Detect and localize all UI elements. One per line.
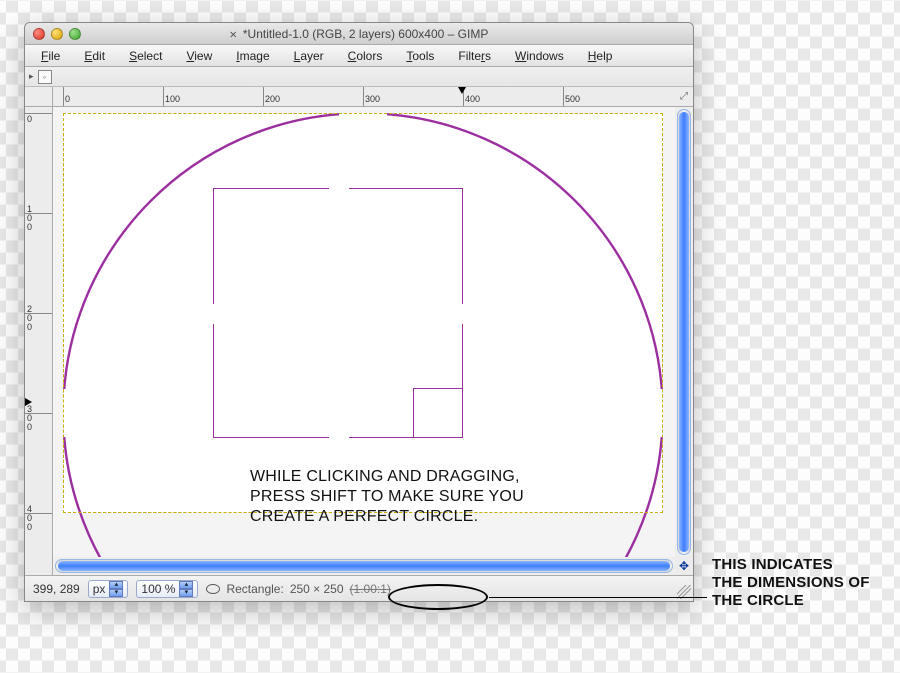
ruler-v-label: 400 — [27, 505, 35, 532]
stepper-icon[interactable]: ▴▾ — [179, 581, 193, 597]
ruler-v-label: 100 — [27, 205, 35, 232]
scrollbar-horizontal[interactable] — [53, 557, 675, 575]
menubar: File Edit Select View Image Layer Colors… — [25, 45, 693, 67]
menu-colors[interactable]: Colors — [338, 47, 393, 65]
menu-filters[interactable]: Filters — [448, 47, 501, 65]
ruler-h-label: 200 — [265, 94, 280, 104]
menu-help[interactable]: Help — [578, 47, 623, 65]
menu-select[interactable]: Select — [119, 47, 172, 65]
zoom-fit-button[interactable]: ⤢ — [675, 87, 693, 107]
zoom-icon[interactable] — [69, 28, 81, 40]
menu-layer[interactable]: Layer — [284, 47, 334, 65]
ruler-v-label: 0 — [27, 115, 35, 124]
menu-image[interactable]: Image — [226, 47, 279, 65]
ruler-v-cursor-marker — [25, 398, 32, 406]
status-zoom-value: 100 % — [141, 582, 175, 596]
window-resize-grip[interactable] — [677, 585, 691, 599]
ruler-v-label: 300 — [27, 405, 35, 432]
quick-mask-toggle[interactable]: ◦ — [38, 70, 52, 84]
annotation-dimensions-callout: THIS INDICATES THE DIMENSIONS OF THE CIR… — [712, 556, 887, 610]
status-aspect-ratio: (1.00:1) — [350, 582, 391, 596]
status-zoom-select[interactable]: 100 % ▴▾ — [136, 580, 198, 598]
scrollbar-h-thumb[interactable] — [58, 561, 670, 571]
annotation-line: PRESS SHIFT TO MAKE SURE YOU — [250, 487, 530, 507]
annotation-line: CREATE A PERFECT CIRCLE. — [250, 507, 530, 527]
ruler-h-label: 400 — [465, 94, 480, 104]
canvas[interactable] — [63, 113, 663, 513]
window-title: ✕ *Untitled-1.0 (RGB, 2 layers) 600x400 … — [25, 27, 693, 41]
image-menu-button[interactable]: ▸ — [29, 71, 34, 82]
quickmask-corner[interactable] — [25, 557, 53, 575]
status-unit-select[interactable]: px ▴▾ — [88, 580, 129, 598]
ellipse-select-outline — [63, 113, 313, 363]
ruler-v-label: 200 — [27, 305, 35, 332]
ruler-horizontal[interactable]: 0 100 200 300 400 500 — [53, 87, 675, 107]
titlebar: ✕ *Untitled-1.0 (RGB, 2 layers) 600x400 … — [25, 23, 693, 45]
stepper-icon[interactable]: ▴▾ — [109, 581, 123, 597]
ruler-vertical[interactable]: 0 100 200 300 400 — [25, 107, 53, 557]
annotation-line: THE CIRCLE — [712, 592, 887, 610]
minimize-icon[interactable] — [51, 28, 63, 40]
window-title-text: *Untitled-1.0 (RGB, 2 layers) 600x400 – … — [243, 27, 488, 41]
close-icon[interactable] — [33, 28, 45, 40]
annotation-line: WHILE CLICKING AND DRAGGING, — [250, 467, 530, 487]
menu-edit[interactable]: Edit — [74, 47, 115, 65]
ruler-h-cursor-marker — [458, 87, 466, 94]
ellipse-icon — [206, 584, 220, 594]
menu-tools[interactable]: Tools — [396, 47, 444, 65]
menu-view[interactable]: View — [176, 47, 222, 65]
statusbar: 399, 289 px ▴▾ 100 % ▴▾ Rectangle: 250 ×… — [25, 575, 693, 601]
gimp-wilber-icon: ✕ — [230, 27, 237, 41]
ruler-h-label: 0 — [65, 94, 70, 104]
scrollbar-v-thumb[interactable] — [679, 112, 689, 552]
navigate-icon[interactable]: ✥ — [675, 557, 693, 575]
scrollbar-vertical[interactable] — [675, 107, 693, 557]
annotation-instruction: WHILE CLICKING AND DRAGGING, PRESS SHIFT… — [250, 467, 530, 527]
window-controls — [33, 28, 81, 40]
annotation-line: THE DIMENSIONS OF — [712, 574, 887, 592]
ruler-h-label: 300 — [365, 94, 380, 104]
status-dimensions: 250 × 250 — [290, 582, 344, 596]
ruler-options-row: ▸ ◦ — [25, 67, 693, 87]
annotation-line: THIS INDICATES — [712, 556, 887, 574]
status-unit-value: px — [93, 582, 106, 596]
ruler-origin[interactable] — [25, 87, 53, 107]
status-selection-info: Rectangle: 250 × 250 (1.00:1) — [206, 582, 390, 596]
ruler-h-label: 500 — [565, 94, 580, 104]
ruler-h-label: 100 — [165, 94, 180, 104]
status-cursor-coords: 399, 289 — [33, 582, 80, 596]
status-shape-label: Rectangle: — [226, 582, 283, 596]
menu-windows[interactable]: Windows — [505, 47, 574, 65]
menu-file[interactable]: File — [31, 47, 70, 65]
